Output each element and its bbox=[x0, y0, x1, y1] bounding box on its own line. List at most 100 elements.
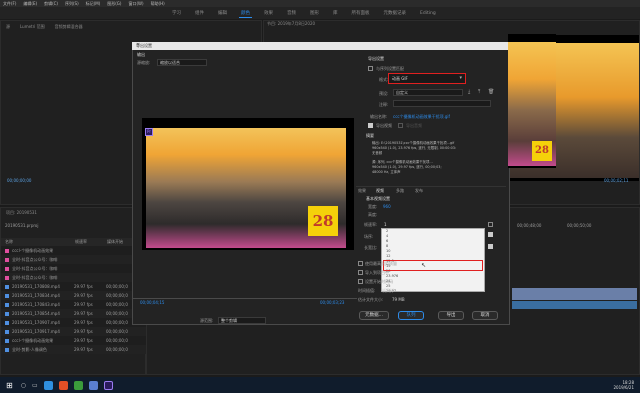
ws-tab-graphics[interactable]: 图形 bbox=[308, 9, 321, 17]
ws-tab-metadata[interactable]: 元数据记录 bbox=[382, 9, 409, 17]
import-project-checkbox[interactable] bbox=[358, 270, 363, 275]
width-value[interactable]: 960 bbox=[383, 204, 391, 209]
menu-help[interactable]: 帮助(H) bbox=[151, 1, 165, 7]
program-preview-crop: 28 bbox=[508, 34, 556, 168]
export-video-checkbox[interactable] bbox=[368, 123, 373, 128]
label-color-swatch bbox=[5, 347, 9, 352]
cell-name: 全时-剪影-人像调色 bbox=[12, 346, 47, 352]
cell-name: 全时-抖音点公众号：咖啡 bbox=[12, 256, 58, 262]
ws-tab-color[interactable]: 颜色 bbox=[239, 9, 252, 18]
framerate-match-checkbox[interactable] bbox=[488, 222, 493, 227]
table-row[interactable]: 20190531_170917.mp4 29.97 fps 00;00;00;0 bbox=[1, 327, 147, 336]
table-row[interactable]: 全时-剪影-人像调色 29.97 fps 00;00;00;0 bbox=[1, 345, 147, 354]
tab-video[interactable]: 视频 bbox=[376, 188, 384, 194]
audio-mixer-tab[interactable]: 音频剪辑混合器 bbox=[52, 23, 86, 31]
start-tc-checkbox[interactable] bbox=[358, 279, 363, 284]
framerate-label: 帧速率: bbox=[364, 222, 378, 227]
table-row[interactable]: 全时-抖音点公众号：咖啡 bbox=[1, 255, 147, 264]
framerate-highlight bbox=[383, 260, 483, 271]
cell-rate: 29.97 fps bbox=[74, 302, 93, 307]
search-icon[interactable]: ○ bbox=[21, 382, 26, 389]
windows-start-icon[interactable]: ⊞ bbox=[6, 381, 13, 390]
menu-graphics[interactable]: 图形(G) bbox=[107, 1, 121, 7]
table-row[interactable]: 20190531_170907.mp4 29.97 fps 00;00;00;0 bbox=[1, 318, 147, 327]
app-icon-red[interactable] bbox=[58, 380, 68, 390]
delete-preset-icon[interactable]: 🗑 bbox=[488, 89, 494, 95]
table-row[interactable]: 20190531_170843.mp4 29.97 fps 00;00;00;0 bbox=[1, 300, 147, 309]
ws-tab-effects[interactable]: 效果 bbox=[262, 9, 275, 17]
output-tab[interactable]: 输出 bbox=[137, 52, 145, 58]
ws-tab-editing[interactable]: 编辑 bbox=[216, 9, 229, 17]
framerate-value[interactable]: 1 bbox=[384, 222, 387, 227]
table-row[interactable]: 20190531_170834.mp4 29.97 fps 00;00;00;0 bbox=[1, 291, 147, 300]
source-scaling-select[interactable]: 缩放以适合 bbox=[157, 59, 207, 66]
close-icon[interactable]: ✕ bbox=[136, 42, 507, 48]
menu-clip[interactable]: 剪辑(C) bbox=[44, 1, 58, 7]
lumetri-scopes-tab[interactable]: Lumetri 范围 bbox=[17, 23, 48, 31]
ws-tab-assembly[interactable]: 组件 bbox=[193, 9, 206, 17]
preview-scrubber[interactable] bbox=[132, 298, 357, 299]
aspect-match-checkbox[interactable] bbox=[488, 244, 493, 249]
menu-edit[interactable]: 编辑(E) bbox=[23, 1, 37, 7]
premiere-taskbar-icon[interactable] bbox=[103, 380, 113, 390]
label-color-swatch bbox=[5, 284, 9, 289]
queue-button[interactable]: 队列 bbox=[398, 311, 424, 320]
ws-tab-libraries[interactable]: 库 bbox=[331, 9, 340, 17]
import-preset-icon[interactable]: ⤒ bbox=[478, 89, 480, 95]
file-size-value: 79 MB bbox=[392, 297, 405, 302]
ws-tab-audio[interactable]: 音频 bbox=[285, 9, 298, 17]
height-label: 高度: bbox=[368, 212, 378, 217]
table-row[interactable]: cccl-个摄像机动画效果 bbox=[1, 246, 147, 255]
task-view-icon[interactable]: ▭ bbox=[32, 382, 38, 389]
source-range-value: 整个剪辑 bbox=[221, 318, 237, 323]
col-framerate[interactable]: 帧速率 bbox=[75, 239, 107, 245]
menu-sequence[interactable]: 序列(S) bbox=[65, 1, 79, 7]
time-interp-value[interactable]: 帧采样 bbox=[382, 288, 394, 294]
timeline-clip-video[interactable] bbox=[512, 288, 637, 300]
app-icon-blue[interactable] bbox=[88, 380, 98, 390]
cancel-button[interactable]: 取消 bbox=[472, 311, 498, 320]
preset-select[interactable]: 自定义 bbox=[393, 89, 463, 96]
label-color-swatch bbox=[5, 302, 9, 307]
table-row[interactable]: 全时-抖音点公众号：咖啡 bbox=[1, 273, 147, 282]
table-row[interactable]: 全时-抖音点公众号：咖啡 bbox=[1, 264, 147, 273]
output-name-link[interactable]: ccc个摄像机动画效果干扰项.gif bbox=[393, 114, 450, 120]
comments-input[interactable] bbox=[393, 100, 491, 107]
cell-name: cccl-个摄像机动画效果 bbox=[12, 247, 54, 253]
project-file-name: 20190531.prproj bbox=[5, 223, 39, 228]
tab-publish[interactable]: 发布 bbox=[415, 188, 423, 194]
project-tab[interactable]: 项目: 20190531 bbox=[3, 209, 40, 217]
ws-tab-all-panels[interactable]: 所有面板 bbox=[350, 9, 372, 17]
table-row[interactable]: 20190531_170808.mp4 29.97 fps 00;00;00;0 bbox=[1, 282, 147, 291]
premiere-badge-icon: Pr bbox=[145, 128, 153, 136]
ws-tab-learn[interactable]: 学习 bbox=[170, 9, 183, 17]
format-value: 动画 GIF bbox=[392, 76, 408, 81]
match-sequence-checkbox[interactable] bbox=[368, 66, 373, 71]
source-tab[interactable]: 源 bbox=[3, 23, 13, 31]
source-range-select[interactable]: 整个剪辑 bbox=[218, 317, 266, 324]
col-name[interactable]: 名称 bbox=[5, 239, 75, 245]
metadata-button[interactable]: 元数据... bbox=[359, 311, 389, 320]
tab-effects[interactable]: 效果 bbox=[358, 188, 366, 194]
export-button[interactable]: 导出 bbox=[438, 311, 464, 320]
col-media-start[interactable]: 媒体开始 bbox=[107, 239, 123, 245]
source-timecode: 00;00;00;00 bbox=[7, 178, 32, 183]
menu-file[interactable]: 文件(F) bbox=[3, 1, 16, 7]
wechat-icon[interactable] bbox=[73, 380, 83, 390]
timeline-clip-video2[interactable] bbox=[512, 301, 637, 309]
menu-marker[interactable]: 标记(M) bbox=[86, 1, 101, 7]
export-audio-checkbox[interactable] bbox=[398, 123, 403, 128]
format-select[interactable]: 动画 GIF ▾ bbox=[388, 73, 466, 84]
max-render-checkbox[interactable] bbox=[358, 261, 363, 266]
program-tab[interactable]: 节目: 2019年7月8日2020 bbox=[264, 20, 318, 27]
table-row[interactable]: 20190531_170854.mp4 29.97 fps 00;00;00;0 bbox=[1, 309, 147, 318]
summary-heading: 摘要 bbox=[366, 133, 374, 138]
menu-window[interactable]: 窗口(W) bbox=[128, 1, 143, 7]
framerate-option[interactable]: 29.97 bbox=[382, 289, 484, 291]
field-order-match-checkbox[interactable] bbox=[488, 232, 493, 237]
save-preset-icon[interactable]: ⤓ bbox=[468, 89, 470, 95]
ws-tab-editing-en[interactable]: Editing bbox=[418, 10, 438, 17]
table-row[interactable]: cccl-个摄像机动画效果 29.97 fps 00;00;00;0 bbox=[1, 336, 147, 345]
tab-multiplexer[interactable]: 多路 bbox=[396, 188, 404, 194]
browser-icon[interactable] bbox=[43, 380, 53, 390]
